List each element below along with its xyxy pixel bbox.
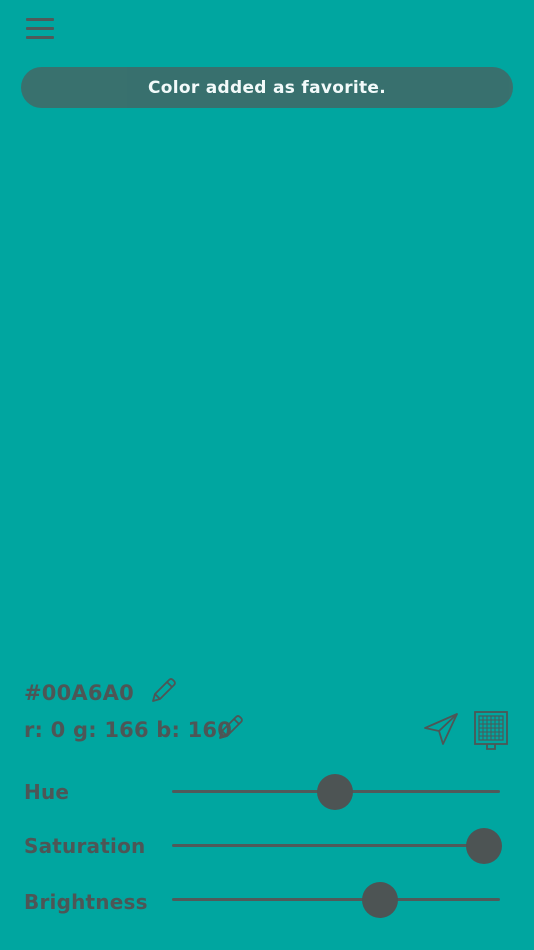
saturation-slider-thumb[interactable] xyxy=(465,828,502,864)
saturation-label: Saturation xyxy=(24,834,146,858)
color-screen: Color added as favorite. #00A6A0 r: 0 g:… xyxy=(0,0,534,950)
brightness-slider-thumb[interactable] xyxy=(362,882,399,918)
pencil-icon xyxy=(152,678,176,702)
share-button[interactable] xyxy=(422,711,460,747)
hue-label: Hue xyxy=(24,780,70,804)
send-icon xyxy=(424,713,458,745)
brightness-label: Brightness xyxy=(24,890,148,914)
brightness-slider-track[interactable] xyxy=(172,898,500,901)
brightness-slider[interactable] xyxy=(172,882,500,918)
hue-slider[interactable] xyxy=(172,774,500,810)
palette-button[interactable] xyxy=(473,710,509,752)
edit-rgb-button[interactable] xyxy=(216,712,246,742)
edit-hex-button[interactable] xyxy=(149,675,179,705)
rgb-value: r: 0 g: 166 b: 160 xyxy=(24,718,233,742)
hex-value: #00A6A0 xyxy=(24,681,134,705)
saturation-slider-track[interactable] xyxy=(172,844,500,847)
favorite-toast: Color added as favorite. xyxy=(21,67,513,108)
palette-grid-icon xyxy=(474,711,508,750)
toast-message: Color added as favorite. xyxy=(147,77,387,98)
pencil-icon xyxy=(219,715,243,739)
menu-button[interactable] xyxy=(24,14,58,44)
hue-slider-thumb[interactable] xyxy=(317,774,354,810)
saturation-slider[interactable] xyxy=(172,828,502,864)
